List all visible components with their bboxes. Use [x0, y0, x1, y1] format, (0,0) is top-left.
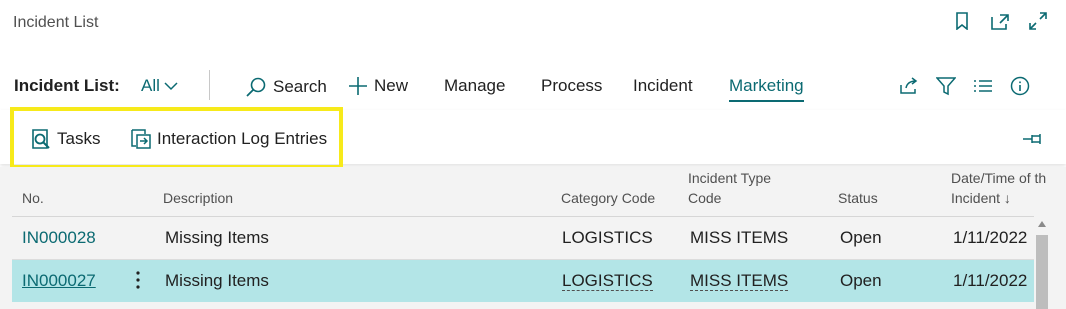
column-header-incident-type-line2[interactable]: Code — [688, 188, 721, 208]
marketing-label: Marketing — [729, 76, 804, 95]
description-cell: Missing Items — [165, 271, 269, 290]
search-label: Search — [273, 77, 327, 96]
window-controls — [952, 10, 1048, 32]
search-icon — [246, 77, 266, 97]
incident-menu[interactable]: Incident — [633, 76, 693, 96]
manage-menu[interactable]: Manage — [444, 76, 505, 96]
category-cell: LOGISTICS — [562, 228, 653, 247]
process-menu[interactable]: Process — [541, 76, 602, 96]
manage-label: Manage — [444, 76, 506, 95]
column-header-no[interactable]: No. — [22, 188, 44, 208]
column-header-description[interactable]: Description — [163, 188, 233, 208]
info-icon[interactable] — [1007, 74, 1033, 98]
divider — [209, 70, 210, 100]
process-label: Process — [541, 76, 603, 95]
bookmark-icon[interactable] — [952, 10, 972, 32]
table-row-selected[interactable]: IN000027 Missing Items LOGISTICS MISS IT… — [12, 260, 1034, 302]
expand-icon[interactable] — [1028, 10, 1048, 32]
share-icon[interactable] — [896, 74, 922, 98]
highlight-frame — [10, 107, 343, 169]
column-header-date-line1[interactable]: Date/Time of th — [951, 168, 1046, 188]
pin-icon[interactable] — [1022, 132, 1044, 150]
vertical-scrollbar[interactable] — [1035, 217, 1049, 309]
incident-no-link[interactable]: IN000027 — [22, 271, 96, 291]
action-bar: Incident List: All Search New Manage Pro… — [0, 70, 1066, 102]
column-header-incident-type-line1[interactable]: Incident Type — [688, 168, 771, 188]
filter-icon[interactable] — [933, 74, 959, 98]
marketing-menu[interactable]: Marketing — [729, 76, 804, 102]
open-new-window-icon[interactable] — [990, 10, 1010, 32]
search-button[interactable]: Search — [245, 76, 327, 98]
status-cell: Open — [840, 271, 882, 290]
column-header-status[interactable]: Status — [838, 188, 878, 208]
incident-type-cell[interactable]: MISS ITEMS — [690, 271, 789, 291]
status-cell: Open — [840, 228, 882, 247]
table-row[interactable]: IN000028 Missing Items LOGISTICS MISS IT… — [12, 217, 1034, 259]
column-header-category-code[interactable]: Category Code — [561, 188, 655, 208]
page-title: Incident List — [13, 14, 99, 31]
view-selector[interactable]: All — [141, 76, 178, 96]
plus-icon — [349, 77, 367, 95]
view-selector-label: All — [141, 76, 160, 95]
incident-label: Incident — [633, 76, 693, 95]
new-label: New — [374, 76, 409, 95]
action-bar-title: Incident List: — [14, 76, 120, 95]
list-view-icon[interactable] — [970, 74, 996, 98]
incident-no-link[interactable]: IN000028 — [22, 228, 96, 248]
active-tab-indicator — [729, 100, 804, 102]
incident-type-cell: MISS ITEMS — [690, 228, 789, 247]
category-cell[interactable]: LOGISTICS — [562, 271, 653, 291]
scrollbar-thumb[interactable] — [1036, 235, 1048, 309]
date-cell: 1/11/2022 — [953, 271, 1028, 290]
row-menu-icon[interactable] — [130, 269, 146, 296]
new-button[interactable]: New — [348, 76, 408, 96]
column-header-date-line2[interactable]: Incident ↓ — [951, 188, 1011, 208]
action-bar-tools — [896, 74, 1033, 98]
date-cell: 1/11/2022 — [953, 228, 1028, 247]
description-cell: Missing Items — [165, 228, 269, 247]
chevron-down-icon — [164, 82, 178, 91]
scroll-up-arrow-icon[interactable] — [1038, 221, 1046, 227]
